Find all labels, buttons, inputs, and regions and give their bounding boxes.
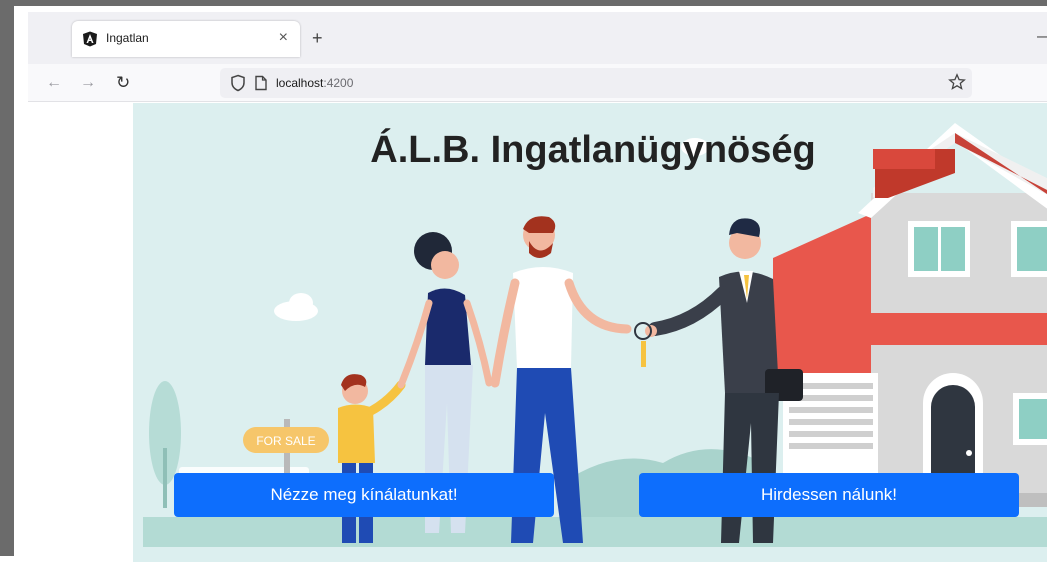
arrow-right-icon[interactable]: → <box>80 73 96 93</box>
star-icon[interactable] <box>948 73 966 91</box>
reload-icon[interactable]: ↻ <box>116 73 130 93</box>
tab-bar: Ingatlan × + — <box>28 12 1047 64</box>
new-tab-icon[interactable]: + <box>312 28 323 48</box>
angular-logo-icon <box>83 31 97 47</box>
url-host: localhost <box>276 76 324 90</box>
house <box>773 123 1047 507</box>
arrow-left-icon[interactable]: ← <box>46 73 62 93</box>
ground <box>143 517 1047 547</box>
view-offers-button[interactable]: Nézze meg kínálatunkat! <box>174 473 554 517</box>
page-icon <box>255 75 267 91</box>
url-text[interactable]: localhost:4200 <box>276 76 353 90</box>
for-sale-label: FOR SALE <box>256 434 315 448</box>
close-tab-icon[interactable]: × <box>279 28 288 48</box>
minimize-icon[interactable]: — <box>1037 28 1047 46</box>
navigation-bar: ← → ↻ localhost:4200 <box>28 64 1047 102</box>
browser-window: Ingatlan × + — ← → ↻ localhost:4200 <box>0 0 1047 562</box>
tab-title: Ingatlan <box>106 31 149 45</box>
advertise-button[interactable]: Hirdessen nálunk! <box>639 473 1019 517</box>
url-port: :4200 <box>323 76 354 90</box>
shield-icon[interactable] <box>230 74 246 92</box>
address-bar[interactable]: localhost:4200 <box>220 68 972 98</box>
browser-tab[interactable]: Ingatlan × <box>72 21 300 57</box>
page-title: Á.L.B. Ingatlanügynöség <box>370 129 816 171</box>
hero-section: FOR SALE Á.L.B. Ingatlanügynöség Nézze m… <box>133 103 1047 562</box>
page-viewport: FOR SALE Á.L.B. Ingatlanügynöség Nézze m… <box>28 103 1047 562</box>
